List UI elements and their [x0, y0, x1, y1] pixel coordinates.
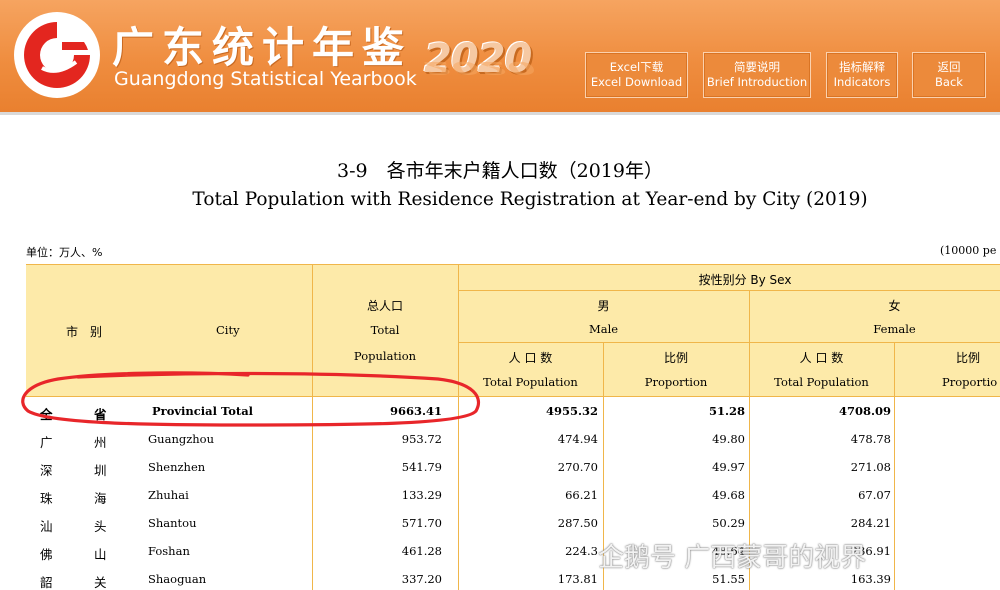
watermark-text: 企鹅号 广西蒙哥的视界 [598, 543, 867, 573]
header-male-prop-cn: 比例 [663, 351, 688, 365]
header-female-cn: 女 [888, 299, 901, 313]
header-city-en: City [216, 323, 240, 337]
yearbook-title-cn: 广东统计年鉴 [112, 23, 413, 72]
header-male-pop-en: Total Population [483, 375, 578, 389]
header-city-cn: 市 别 [66, 325, 103, 339]
header-female-pop-en: Total Population [774, 375, 869, 389]
yearbook-title-en: Guangdong Statistical Yearbook [114, 68, 417, 90]
yearbook-year-reflection: 2020 [424, 57, 536, 78]
brief-introduction-button[interactable]: 简要说明 Brief Introduction [703, 52, 811, 98]
table-title-cn: 3-9 各市年末户籍人口数（2019年） [337, 160, 663, 182]
header-total-en2: Population [353, 349, 417, 363]
header-total-en1: Total [370, 323, 400, 337]
grid-line [458, 290, 1000, 291]
header-female-en: Female [873, 322, 916, 336]
header-female-prop-cn: 比例 [956, 351, 981, 365]
unit-label-cn: 单位：万人、% [26, 246, 103, 259]
grid-line [458, 342, 1000, 343]
table-row: 汕 头 Shantou 571.70 287.50 50.29 284.21 [40, 516, 891, 534]
header-banner: 广东统计年鉴 Guangdong Statistical Yearbook 20… [0, 0, 1000, 112]
banner-divider [0, 112, 1000, 115]
header-by-sex: 按性别分 By Sex [698, 273, 792, 287]
table-row: 全 省 Provincial Total 9663.41 4955.32 51.… [40, 404, 891, 422]
unit-label-en: (10000 pe [940, 244, 997, 257]
table-row: 珠 海 Zhuhai 133.29 66.21 49.68 67.07 [40, 488, 891, 506]
back-button[interactable]: 返回 Back [912, 52, 986, 98]
header-male-en: Male [588, 322, 619, 336]
header-male-cn: 男 [597, 299, 610, 313]
grid-line [26, 264, 1000, 265]
header-male-prop-en: Proportion [644, 375, 708, 389]
indicators-button[interactable]: 指标解释 Indicators [826, 52, 898, 98]
excel-download-button[interactable]: Excel下载 Excel Download [585, 52, 688, 98]
table-row: 深 圳 Shenzhen 541.79 270.70 49.97 271.08 [40, 460, 891, 478]
table-row: 广 州 Guangzhou 953.72 474.94 49.80 478.78 [40, 432, 891, 450]
header-male-pop-cn: 人 口 数 [508, 351, 553, 365]
header-female-prop-en: Proportio [942, 375, 998, 389]
header-female-pop-cn: 人 口 数 [799, 351, 844, 365]
table-title-en: Total Population with Residence Registra… [192, 189, 868, 210]
header-total-cn: 总人口 [366, 299, 403, 313]
yearbook-logo-icon [14, 12, 100, 98]
